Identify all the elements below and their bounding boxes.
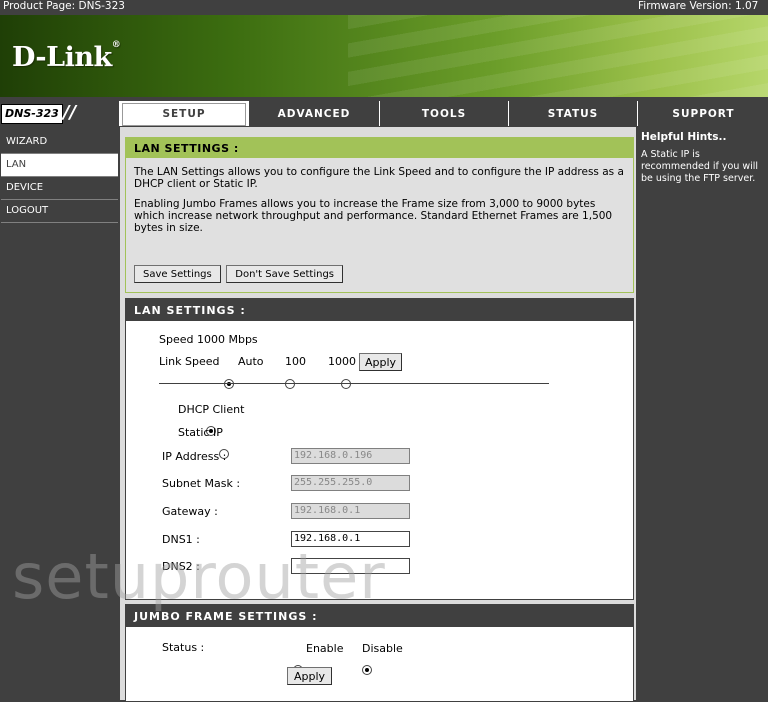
lan-intro-title: LAN SETTINGS : bbox=[126, 138, 633, 158]
link-speed-100-radio[interactable] bbox=[284, 379, 295, 389]
gateway-field[interactable]: 192.168.0.1 bbox=[291, 503, 410, 519]
model-label: DNS-323 bbox=[1, 104, 63, 124]
intro-button-group: Save Settings Don't Save Settings bbox=[134, 265, 343, 283]
sidebar-item-device[interactable]: DEVICE bbox=[1, 177, 118, 200]
dlink-logo: D-Link® bbox=[12, 40, 121, 73]
model-badge: DNS-323 // bbox=[1, 101, 117, 126]
link-speed-1000-label: 1000 bbox=[328, 355, 356, 368]
dhcp-client-label: DHCP Client bbox=[178, 403, 245, 416]
subnet-mask-label: Subnet Mask : bbox=[162, 477, 241, 490]
subnet-mask-field[interactable]: 255.255.255.0 bbox=[291, 475, 410, 491]
link-speed-1000-radio[interactable] bbox=[341, 379, 351, 389]
lan-intro-text-2: Enabling Jumbo Frames allows you to incr… bbox=[134, 198, 613, 234]
save-settings-button[interactable]: Save Settings bbox=[134, 265, 221, 283]
ip-address-field[interactable]: 192.168.0.196 bbox=[291, 448, 410, 464]
jumbo-disable-label: Disable bbox=[362, 642, 403, 655]
top-info-bar: Product Page: DNS-323 Firmware Version: … bbox=[0, 0, 768, 573]
speed-text: Speed 1000 Mbps bbox=[159, 333, 258, 346]
logo-text: D-Link bbox=[12, 42, 112, 73]
link-speed-auto-label: Auto bbox=[238, 355, 264, 368]
static-ip-label: Static IP bbox=[178, 426, 223, 439]
lan-intro-text-1: The LAN Settings allows you to configure… bbox=[134, 166, 624, 190]
jumbo-frame-panel: JUMBO FRAME SETTINGS : Status : Enable D… bbox=[125, 604, 634, 702]
dont-save-settings-button[interactable]: Don't Save Settings bbox=[226, 265, 343, 283]
registered-mark: ® bbox=[111, 40, 121, 50]
tab-setup-label: SETUP bbox=[122, 103, 246, 126]
main-content: LAN SETTINGS : The LAN Settings allows y… bbox=[120, 127, 636, 702]
divider bbox=[159, 383, 549, 384]
tab-tools[interactable]: TOOLS bbox=[379, 101, 508, 126]
watermark-text: setuprouter bbox=[12, 540, 386, 613]
brand-banner: D-Link® bbox=[0, 15, 768, 97]
hints-text: A Static IP is recommended if you will b… bbox=[641, 149, 759, 184]
model-slash-decoration: // bbox=[63, 102, 77, 123]
link-speed-100-label: 100 bbox=[285, 355, 306, 368]
tab-status[interactable]: STATUS bbox=[508, 101, 637, 126]
sidebar: WIZARD LAN DEVICE LOGOUT bbox=[1, 131, 118, 223]
tab-setup[interactable]: SETUP bbox=[119, 101, 248, 126]
link-speed-label: Link Speed bbox=[159, 355, 220, 368]
banner-decoration bbox=[348, 15, 768, 97]
tab-support[interactable]: SUPPORT bbox=[637, 101, 768, 126]
jumbo-status-label: Status : bbox=[162, 641, 205, 654]
jumbo-disable-radio[interactable] bbox=[361, 665, 372, 675]
lan-intro-box: LAN SETTINGS : The LAN Settings allows y… bbox=[125, 137, 634, 293]
gateway-label: Gateway : bbox=[162, 505, 218, 518]
product-page-label: Product Page: DNS-323 bbox=[3, 0, 125, 12]
sidebar-item-wizard[interactable]: WIZARD bbox=[1, 131, 118, 154]
link-speed-auto-radio[interactable] bbox=[224, 379, 234, 389]
lan-settings-title: LAN SETTINGS : bbox=[126, 299, 633, 321]
sidebar-item-logout[interactable]: LOGOUT bbox=[1, 200, 118, 223]
sidebar-item-lan[interactable]: LAN bbox=[1, 154, 118, 177]
tab-advanced[interactable]: ADVANCED bbox=[248, 101, 379, 126]
helpful-hints-panel: Helpful Hints.. A Static IP is recommend… bbox=[638, 127, 768, 700]
link-speed-apply-button[interactable]: Apply bbox=[359, 353, 402, 371]
jumbo-enable-label: Enable bbox=[306, 642, 344, 655]
ip-address-label: IP Address : bbox=[162, 450, 227, 463]
jumbo-apply-button[interactable]: Apply bbox=[287, 667, 332, 685]
hints-title: Helpful Hints.. bbox=[641, 131, 727, 143]
